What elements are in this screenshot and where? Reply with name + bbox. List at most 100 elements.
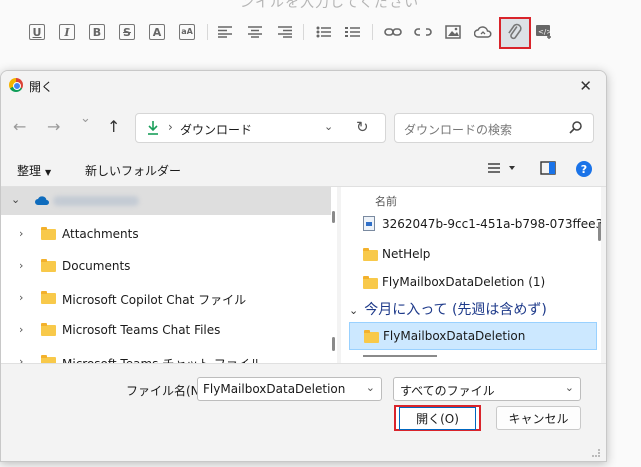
cancel-button[interactable]: キャンセル [496,406,581,430]
chrome-icon [9,78,23,92]
toolbar-divider [372,24,373,40]
preview-pane-icon [540,161,556,175]
file-list-scroll-thumb[interactable] [598,223,601,241]
organize-caret-icon: ▼ [45,168,52,177]
bullet-list-icon [316,26,331,38]
search-placeholder: ダウンロードの検索 [404,123,513,137]
dialog-titlebar: 開く ✕ [1,71,606,101]
horizontal-scroll-thumb[interactable] [363,355,437,357]
tree-item[interactable]: › Attachments [1,219,331,249]
insert-image-button[interactable] [443,22,463,42]
file-open-dialog: 開く ✕ ← → ⌄ ↑ › ダウンロード ⌄ ↻ ダウンロードの検索 整理 ▼ … [0,70,607,462]
forward-button[interactable]: → [47,117,60,136]
back-button[interactable]: ← [13,117,26,136]
redacted-account-name [53,196,139,206]
tree-scrollbar[interactable] [331,187,337,363]
bullet-list-button[interactable] [314,22,334,42]
font-size-down-button[interactable]: aA [177,22,197,42]
align-right-icon [278,26,292,38]
folder-open-icon [364,330,379,343]
insert-code-button[interactable]: </> [534,22,554,42]
resize-grip[interactable] [592,449,600,457]
filename-input[interactable]: FlyMailboxDataDeletion ⌄ [197,377,382,401]
folder-icon [363,276,378,289]
file-row[interactable]: NetHelp [349,241,597,269]
align-right-button[interactable] [275,22,295,42]
expand-chevron-icon[interactable]: › [19,355,23,363]
svg-text:</>: </> [538,28,552,36]
dialog-title: 開く [29,80,54,94]
paperclip-icon [508,23,522,40]
toolbar-divider [303,24,304,40]
tree-item[interactable]: › Documents [1,251,331,281]
help-button[interactable]: ? [576,161,592,177]
image-icon [445,25,461,39]
new-folder-button[interactable]: 新しいフォルダー [85,162,181,179]
navigation-tree: ⌄ › Attachments › Documents › Microsoft … [1,187,337,363]
close-button[interactable]: ✕ [579,77,592,95]
link-icon [384,28,402,36]
search-box[interactable]: ダウンロードの検索 [394,113,594,143]
folder-icon [41,323,56,336]
group-header[interactable]: ⌄ 今月に入って (先週は含めず) [349,299,547,319]
bold-button[interactable]: B [87,22,107,42]
tree-scroll-thumb-lower[interactable] [332,337,335,351]
italic-button[interactable]: I [57,22,77,42]
code-icon: </> [536,25,552,39]
folder-icon [41,227,56,240]
file-row-selected[interactable]: FlyMailboxDataDeletion [349,322,597,350]
align-center-button[interactable] [245,22,265,42]
onedrive-cloud-icon [35,196,49,205]
expand-chevron-icon[interactable]: › [19,259,23,272]
file-type-dropdown-icon[interactable]: ⌄ [565,381,574,394]
expand-chevron-icon[interactable]: › [19,323,23,336]
address-bar[interactable]: › ダウンロード ⌄ ↻ [135,113,386,143]
open-button[interactable]: 開く(O) [394,405,481,431]
align-left-icon [218,26,232,38]
expand-chevron-icon[interactable]: › [19,227,23,240]
tree-item[interactable]: › Microsoft Teams Chat Files [1,315,331,345]
search-icon [569,121,582,134]
expand-chevron-icon[interactable]: › [19,291,23,304]
align-center-icon [248,26,262,38]
preview-pane-button[interactable] [540,161,556,178]
group-collapse-icon[interactable]: ⌄ [349,304,358,317]
strikethrough-button[interactable]: S [117,22,137,42]
tree-item-onedrive[interactable]: ⌄ [1,187,331,215]
folder-icon [41,259,56,272]
tree-item[interactable]: › Microsoft Copilot Chat ファイル [1,283,331,313]
insert-link-button[interactable] [383,22,403,42]
editor-area: ンイルを入力してください U I B S A aA </> [0,0,641,70]
refresh-icon[interactable]: ↻ [356,118,369,136]
path-chevron-icon: › [168,120,173,134]
download-icon [148,121,158,135]
editor-placeholder-text: ンイルを入力してください [240,0,420,11]
collapse-chevron-icon[interactable]: ⌄ [11,193,20,206]
address-path[interactable]: ダウンロード [180,121,252,138]
view-options-button[interactable] [487,161,519,178]
tree-item[interactable]: › Microsoft Teams チャット ファイル [1,347,331,363]
file-row[interactable]: FlyMailboxDataDeletion (1) [349,269,597,297]
column-header-name[interactable]: 名前 [375,193,397,209]
tree-scroll-thumb[interactable] [332,211,335,223]
recent-locations-button[interactable]: ⌄ [80,111,91,126]
font-size-up-button[interactable]: A [147,22,167,42]
file-type-select[interactable]: すべてのファイル ⌄ [393,377,581,401]
unlink-button[interactable] [413,22,433,42]
numbered-list-button[interactable] [343,22,363,42]
underline-button[interactable]: U [27,22,47,42]
unlink-icon [414,28,432,36]
align-left-button[interactable] [215,22,235,42]
address-dropdown-icon[interactable]: ⌄ [324,120,333,133]
toolbar-divider [207,24,208,40]
up-folder-button[interactable]: ↑ [107,117,120,136]
attach-file-button[interactable] [499,17,531,49]
dialog-footer: ファイル名(N): FlyMailboxDataDeletion ⌄ すべてのフ… [1,363,606,461]
numbered-list-icon [345,27,360,37]
organize-menu[interactable]: 整理 ▼ [17,162,51,179]
document-icon [363,216,375,231]
filename-dropdown-icon[interactable]: ⌄ [366,381,375,394]
file-row[interactable]: 3262047b-9cc1-451a-b798-073ffee3088b [349,211,601,239]
command-bar: 整理 ▼ 新しいフォルダー [1,153,606,187]
cloud-upload-button[interactable] [473,22,493,42]
